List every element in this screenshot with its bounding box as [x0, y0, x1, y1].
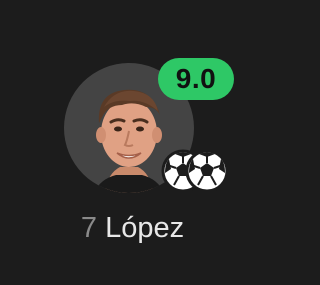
player-name: López [105, 212, 185, 244]
player-card[interactable]: 9.0 7 López [0, 0, 265, 285]
rating-value: 9.0 [175, 63, 217, 94]
soccer-ball-icon [185, 149, 229, 193]
rating-badge: 9.0 [158, 58, 234, 100]
goals-indicator [161, 149, 231, 193]
player-name-row[interactable]: 7 López [0, 212, 265, 245]
shirt-number: 7 [80, 212, 106, 244]
